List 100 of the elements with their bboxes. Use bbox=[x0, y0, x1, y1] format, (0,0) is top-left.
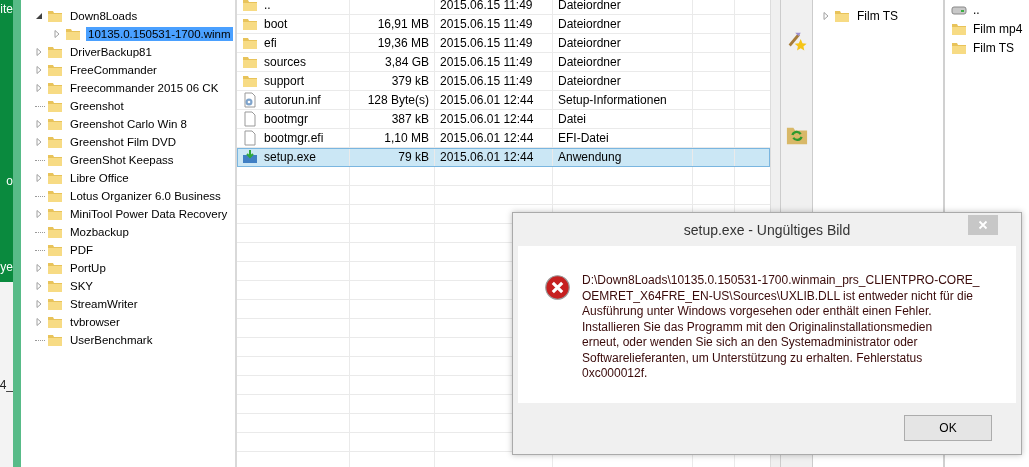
file-type: Dateiordner bbox=[558, 17, 621, 31]
file-type: Datei bbox=[558, 112, 586, 126]
file-name: autorun.inf bbox=[264, 93, 321, 107]
file-type: Dateiordner bbox=[558, 0, 621, 12]
folder-icon bbox=[47, 8, 63, 24]
tree-item[interactable]: 10135.0.150531-1700.winm bbox=[86, 27, 233, 41]
tree-item[interactable]: FreeCommander bbox=[68, 63, 159, 77]
folder-icon bbox=[47, 296, 63, 312]
file-row[interactable]: .. 2015.06.15 11:49 Dateiordner bbox=[237, 0, 770, 15]
expand-arrow-icon[interactable] bbox=[35, 300, 43, 308]
expand-arrow-icon[interactable] bbox=[35, 318, 43, 326]
folder-icon bbox=[834, 8, 850, 24]
file-date: 2015.06.15 11:49 bbox=[440, 36, 533, 50]
expand-arrow-icon[interactable] bbox=[35, 210, 43, 218]
expand-arrow-icon[interactable] bbox=[35, 120, 43, 128]
expand-arrow-icon[interactable] bbox=[35, 138, 43, 146]
cut-label: o bbox=[6, 174, 13, 188]
file-name: setup.exe bbox=[264, 150, 317, 164]
file-date: 2015.06.15 11:49 bbox=[440, 17, 533, 31]
folder-icon bbox=[242, 16, 258, 32]
tree-item[interactable]: GreenShot Keepass bbox=[68, 153, 176, 167]
file-row[interactable]: autorun.inf 128 Byte(s) 2015.06.01 12:44 Setup-Informationen bbox=[237, 91, 770, 110]
file-type: Anwendung bbox=[558, 150, 622, 164]
tree-item[interactable]: Down8Loads bbox=[68, 9, 140, 23]
folder-icon bbox=[47, 206, 63, 222]
file-icon bbox=[242, 130, 258, 146]
file-size: 379 kB bbox=[391, 74, 429, 88]
folder-icon bbox=[47, 278, 63, 294]
error-icon bbox=[545, 275, 570, 300]
tree-item[interactable]: Libre Office bbox=[68, 171, 131, 185]
tree-item[interactable]: Lotus Organizer 6.0 Business bbox=[68, 189, 223, 203]
file-row[interactable]: bootmgr 387 kB 2015.06.01 12:44 Datei bbox=[237, 110, 770, 129]
collapse-arrow-icon[interactable] bbox=[35, 12, 43, 20]
folder-icon bbox=[47, 242, 63, 258]
folder-icon bbox=[47, 260, 63, 276]
error-message: D:\Down8Loads\10135.0.150531-1700.winmain_prs_CLIENTPRO-CORE_ OEMRET_X64FRE_EN-US\Sources\UXLIB.DLL ist entweder nicht für die Ausführung unter Windows vorgesehen oder enthält einen Fehler. Installieren Sie das Programm mit den Originalinstallationsmedien erneut, oder wenden Sie sich an den Systemadministrator oder Softwarelieferanten, um Unterstützung zu erhalten. Fehlerstatus 0xc000012f. bbox=[582, 273, 980, 382]
expand-arrow-icon[interactable] bbox=[35, 264, 43, 272]
expand-arrow-icon[interactable] bbox=[53, 30, 61, 38]
tree-item[interactable]: Greenshot bbox=[68, 99, 126, 113]
folder-icon bbox=[47, 170, 63, 186]
folder-icon bbox=[47, 332, 63, 348]
expand-arrow-icon[interactable] bbox=[35, 84, 43, 92]
file-name: bootmgr bbox=[264, 112, 309, 126]
file-row[interactable]: support 379 kB 2015.06.15 11:49 Dateiordner bbox=[237, 72, 770, 91]
close-button[interactable] bbox=[968, 215, 998, 235]
tree-item[interactable]: Film TS bbox=[855, 8, 901, 24]
file-type: Dateiordner bbox=[558, 55, 621, 69]
tree-item[interactable]: MiniTool Power Data Recovery bbox=[68, 207, 230, 221]
file-icon bbox=[242, 111, 258, 127]
file-date: 2015.06.01 12:44 bbox=[440, 93, 534, 107]
file-size: 128 Byte(s) bbox=[367, 93, 429, 107]
cut-label: ye bbox=[0, 260, 13, 274]
file-name: support bbox=[264, 74, 305, 88]
file-date: 2015.06.01 12:44 bbox=[440, 131, 534, 145]
folder-icon bbox=[65, 26, 81, 42]
tree-item[interactable]: PDF bbox=[68, 243, 95, 257]
tree-item[interactable]: tvbrowser bbox=[68, 315, 122, 329]
ok-button[interactable]: OK bbox=[904, 415, 992, 441]
file-row[interactable]: setup.exe 79 kB 2015.06.01 12:44 Anwendung bbox=[237, 148, 770, 167]
folder-icon bbox=[242, 35, 258, 51]
cut-label: ite bbox=[0, 2, 13, 16]
tree-item[interactable]: Freecommander 2015 06 CK bbox=[68, 81, 221, 95]
folder-icon bbox=[47, 152, 63, 168]
tree-item[interactable]: DriverBackup81 bbox=[68, 45, 154, 59]
file-type: Dateiordner bbox=[558, 36, 621, 50]
file-size: 19,36 MB bbox=[377, 36, 429, 50]
expand-arrow-icon[interactable] bbox=[822, 12, 830, 20]
file-name[interactable]: .. bbox=[973, 2, 980, 17]
folder-icon bbox=[242, 73, 258, 89]
folder-icon bbox=[47, 80, 63, 96]
file-name: bootmgr.efi bbox=[264, 131, 324, 145]
folder-icon bbox=[47, 44, 63, 60]
expand-arrow-icon[interactable] bbox=[35, 174, 43, 182]
tree-item[interactable]: PortUp bbox=[68, 261, 108, 275]
settings-file-icon bbox=[242, 92, 258, 108]
file-row[interactable]: efi 19,36 MB 2015.06.15 11:49 Dateiordner bbox=[237, 34, 770, 53]
file-size: 1,10 MB bbox=[384, 131, 429, 145]
folder-icon bbox=[47, 314, 63, 330]
file-name[interactable]: Film mp4 bbox=[973, 21, 1023, 36]
file-name[interactable]: Film TS bbox=[973, 40, 1015, 55]
close-icon bbox=[978, 220, 988, 230]
cut-label: 4_ bbox=[0, 378, 13, 392]
folder-icon bbox=[47, 62, 63, 78]
expand-arrow-icon[interactable] bbox=[35, 48, 43, 56]
expand-arrow-icon[interactable] bbox=[35, 282, 43, 290]
file-date: 2015.06.15 11:49 bbox=[440, 0, 533, 12]
file-row[interactable]: boot 16,91 MB 2015.06.15 11:49 Dateiordner bbox=[237, 15, 770, 34]
file-row[interactable]: sources 3,84 GB 2015.06.15 11:49 Dateiordner bbox=[237, 53, 770, 72]
file-type: Dateiordner bbox=[558, 74, 621, 88]
expand-arrow-icon[interactable] bbox=[35, 66, 43, 74]
folder-icon bbox=[47, 224, 63, 240]
tree-item[interactable]: UserBenchmark bbox=[68, 333, 155, 347]
tree-item[interactable]: Greenshot Film DVD bbox=[68, 135, 179, 149]
file-date: 2015.06.15 11:49 bbox=[440, 74, 533, 88]
tree-item[interactable]: Mozbackup bbox=[68, 225, 131, 239]
installer-icon bbox=[242, 149, 258, 165]
tree-item[interactable]: StreamWriter bbox=[68, 297, 140, 311]
folder-icon bbox=[47, 98, 63, 114]
tree-item[interactable]: SKY bbox=[68, 279, 95, 293]
tree-item[interactable]: Greenshot Carlo Win 8 bbox=[68, 117, 189, 131]
